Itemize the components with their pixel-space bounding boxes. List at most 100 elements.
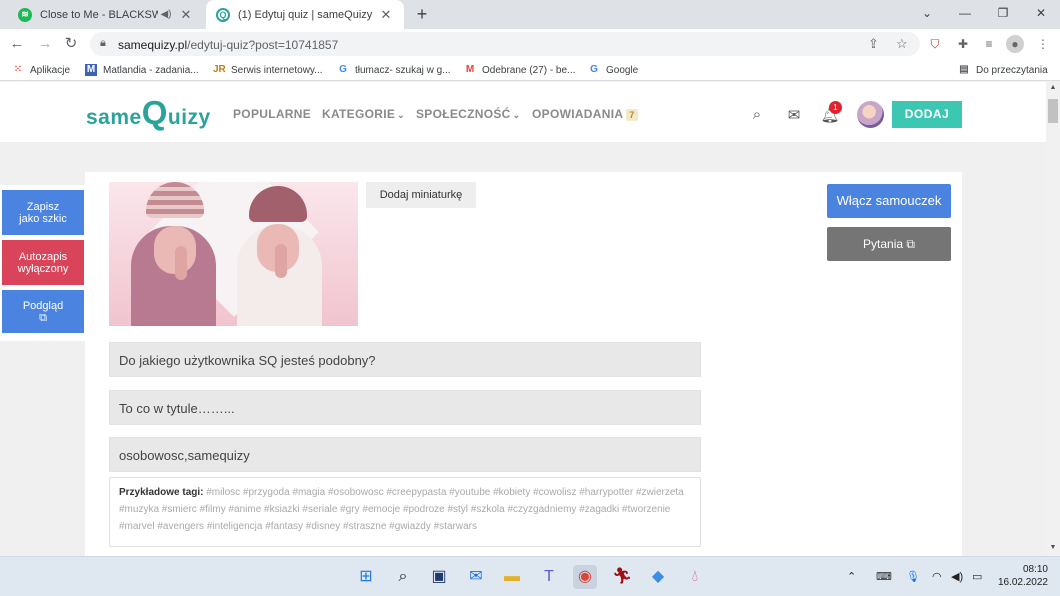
- samequizy-favicon-icon: Q: [216, 7, 230, 22]
- bookmark-label: tłumacz- szukaj w g...: [355, 64, 451, 76]
- close-tab-icon[interactable]: ✕: [378, 7, 394, 23]
- mail-app-icon[interactable]: ✉: [464, 565, 488, 589]
- extensions-puzzle-icon[interactable]: ✚: [954, 35, 972, 53]
- bookmark-serwis[interactable]: JR Serwis internetowy...: [213, 63, 323, 77]
- chevron-down-icon: ⌄: [397, 110, 405, 120]
- save-draft-button[interactable]: Zapisz jako szkic: [2, 190, 84, 235]
- reading-list-label: Do przeczytania: [976, 64, 1048, 76]
- quiz-thumbnail[interactable]: [109, 182, 358, 326]
- external-link-icon: ⧉: [906, 237, 915, 251]
- search-icon[interactable]: ⌕: [747, 106, 767, 123]
- url-text[interactable]: samequizy.pl/edytuj-quiz?post=10741857: [118, 38, 338, 52]
- example-tags-list: #milosc #przygoda #magia #osobowosc #cre…: [119, 487, 684, 532]
- bookmark-star-icon[interactable]: ☆: [896, 36, 908, 52]
- bookmark-tlumacz[interactable]: G tłumacz- szukaj w g...: [337, 63, 451, 77]
- close-window-button[interactable]: ✕: [1022, 0, 1060, 29]
- bookmark-label: Google: [606, 64, 639, 76]
- close-tab-icon[interactable]: ✕: [178, 7, 194, 23]
- quiz-tags-input[interactable]: osobowosc,samequizy: [109, 437, 701, 472]
- bookmark-apps[interactable]: ⁙ Aplikacje: [12, 63, 70, 77]
- extension-shield-icon[interactable]: ⛉: [926, 35, 944, 53]
- preview-button[interactable]: Podgląd ⧉: [2, 290, 84, 333]
- tab-search-icon[interactable]: ⌄: [908, 0, 946, 29]
- samequizy-logo[interactable]: sameQuizy: [86, 94, 211, 132]
- profile-icon[interactable]: ●: [1006, 35, 1024, 53]
- scroll-up-arrow-icon[interactable]: ▲: [1046, 84, 1060, 91]
- address-bar[interactable]: 🔒︎ samequizy.pl/edytuj-quiz?post=1074185…: [90, 32, 920, 56]
- quiz-title-input[interactable]: Do jakiego użytkownika SQ jesteś podobny…: [109, 342, 701, 377]
- scroll-down-arrow-icon[interactable]: ▼: [1046, 544, 1060, 551]
- bookmark-google[interactable]: G Google: [588, 63, 638, 77]
- forward-arrow-icon[interactable]: →: [34, 33, 56, 55]
- chevron-up-icon[interactable]: ⌃: [847, 570, 856, 583]
- speaker-icon[interactable]: ◀): [158, 9, 174, 20]
- chrome-icon[interactable]: ◉: [573, 565, 597, 589]
- bookmark-gmail[interactable]: M Odebrane (27) - be...: [464, 63, 576, 77]
- puppet-nose: [175, 246, 187, 280]
- add-thumbnail-button[interactable]: Dodaj miniaturkę: [366, 182, 476, 208]
- google-icon: G: [590, 64, 598, 75]
- windows-taskbar: ⊞ ⌕ ▣ ✉ ▬ T ◉ 🏃︎ ◆ 💧︎ ⌃ ⌨ 🎙︎ ◠ ◀) ▭ 08:1…: [0, 556, 1060, 596]
- lock-icon[interactable]: 🔒︎: [100, 37, 106, 50]
- windows-start-icon[interactable]: ⊞: [354, 565, 378, 589]
- share-icon[interactable]: ⇪: [868, 36, 879, 52]
- keyboard-icon[interactable]: ⌨: [876, 570, 892, 583]
- questions-button[interactable]: Pytania ⧉: [827, 227, 951, 261]
- bookmark-label: Matlandia - zadania...: [103, 64, 199, 76]
- reload-icon[interactable]: ↻: [60, 33, 82, 55]
- microsoft-store-icon[interactable]: ▣: [427, 565, 451, 589]
- autosave-toggle-button[interactable]: Autozapis wyłączony: [2, 240, 84, 285]
- apps-grid-icon: ⁙: [13, 64, 23, 75]
- stick-figure-app-icon[interactable]: 🏃︎: [610, 565, 634, 589]
- tab-spotify[interactable]: ≋ Close to Me - BLACKSWAN ◀) ✕: [8, 0, 204, 29]
- bookmark-label: Aplikacje: [30, 64, 71, 76]
- tab-title: Close to Me - BLACKSWAN: [40, 8, 158, 21]
- tab-title: (1) Edytuj quiz | sameQuizy: [238, 8, 373, 21]
- teams-icon[interactable]: T: [537, 565, 561, 589]
- bookmarks-bar: ⁙ Aplikacje M Matlandia - zadania... JR …: [0, 58, 1060, 81]
- system-clock[interactable]: 08:10 16.02.2022: [996, 563, 1048, 589]
- microphone-icon[interactable]: 🎙︎: [906, 570, 920, 583]
- clock-time: 08:10: [1022, 564, 1048, 575]
- example-tags-box: Przykładowe tagi: #milosc #przygoda #mag…: [109, 477, 701, 547]
- gmail-icon: M: [465, 64, 475, 75]
- jr-icon: JR: [213, 64, 226, 75]
- minimize-button[interactable]: —: [946, 0, 984, 29]
- menu-kategorie[interactable]: KATEGORIE ⌄: [322, 107, 405, 121]
- dodaj-button[interactable]: DODAJ: [892, 101, 962, 128]
- tab-samequizy[interactable]: Q (1) Edytuj quiz | sameQuizy ✕: [206, 0, 404, 29]
- restore-button[interactable]: ❐: [984, 0, 1022, 29]
- quiz-subtitle-input[interactable]: To co w tytule……...: [109, 390, 701, 425]
- bookmark-matlandia[interactable]: M Matlandia - zadania...: [85, 63, 199, 77]
- notification-badge: 1: [829, 101, 842, 114]
- chevron-down-icon: ⌄: [512, 110, 521, 120]
- page-scrollbar[interactable]: ▲ ▼: [1046, 82, 1060, 556]
- back-arrow-icon[interactable]: ←: [6, 33, 28, 55]
- avatar[interactable]: [857, 101, 884, 128]
- wifi-icon[interactable]: ◠: [932, 570, 942, 583]
- menu-opowiadania[interactable]: OPOWIADANIA 7: [532, 107, 638, 121]
- search-icon[interactable]: ⌕: [391, 565, 415, 589]
- tutorial-button[interactable]: Włącz samouczek: [827, 184, 951, 218]
- browser-tab-bar: ≋ Close to Me - BLACKSWAN ◀) ✕ Q (1) Edy…: [0, 0, 1060, 29]
- puppet-nose: [275, 244, 287, 278]
- external-link-icon: ⧉: [39, 311, 47, 324]
- more-menu-icon[interactable]: ⋮: [1034, 35, 1052, 53]
- battery-icon[interactable]: ▭: [972, 570, 982, 583]
- volume-icon[interactable]: ◀): [951, 570, 963, 583]
- bookmark-label: Odebrane (27) - be...: [482, 64, 576, 76]
- reading-list[interactable]: ▤ Do przeczytania: [958, 63, 1048, 77]
- editor-side-toolbar: Zapisz jako szkic Autozapis wyłączony Podg…: [0, 185, 86, 341]
- media-queue-icon[interactable]: ≡: [980, 35, 998, 53]
- menu-spolecznosc[interactable]: SPOŁECZNOŚĆ ⌄: [416, 107, 521, 121]
- menu-popularne[interactable]: POPULARNE: [233, 107, 311, 121]
- new-tab-button[interactable]: +: [412, 4, 432, 24]
- maps-app-icon[interactable]: ◆: [646, 565, 670, 589]
- clock-date: 16.02.2022: [997, 577, 1048, 588]
- scrollbar-thumb[interactable]: [1048, 99, 1058, 123]
- paint-drop-icon[interactable]: 💧︎: [683, 565, 707, 589]
- mail-icon[interactable]: ✉: [784, 106, 804, 124]
- opowiadania-badge: 7: [626, 109, 638, 121]
- m-icon: M: [85, 64, 97, 76]
- file-explorer-icon[interactable]: ▬: [500, 565, 524, 589]
